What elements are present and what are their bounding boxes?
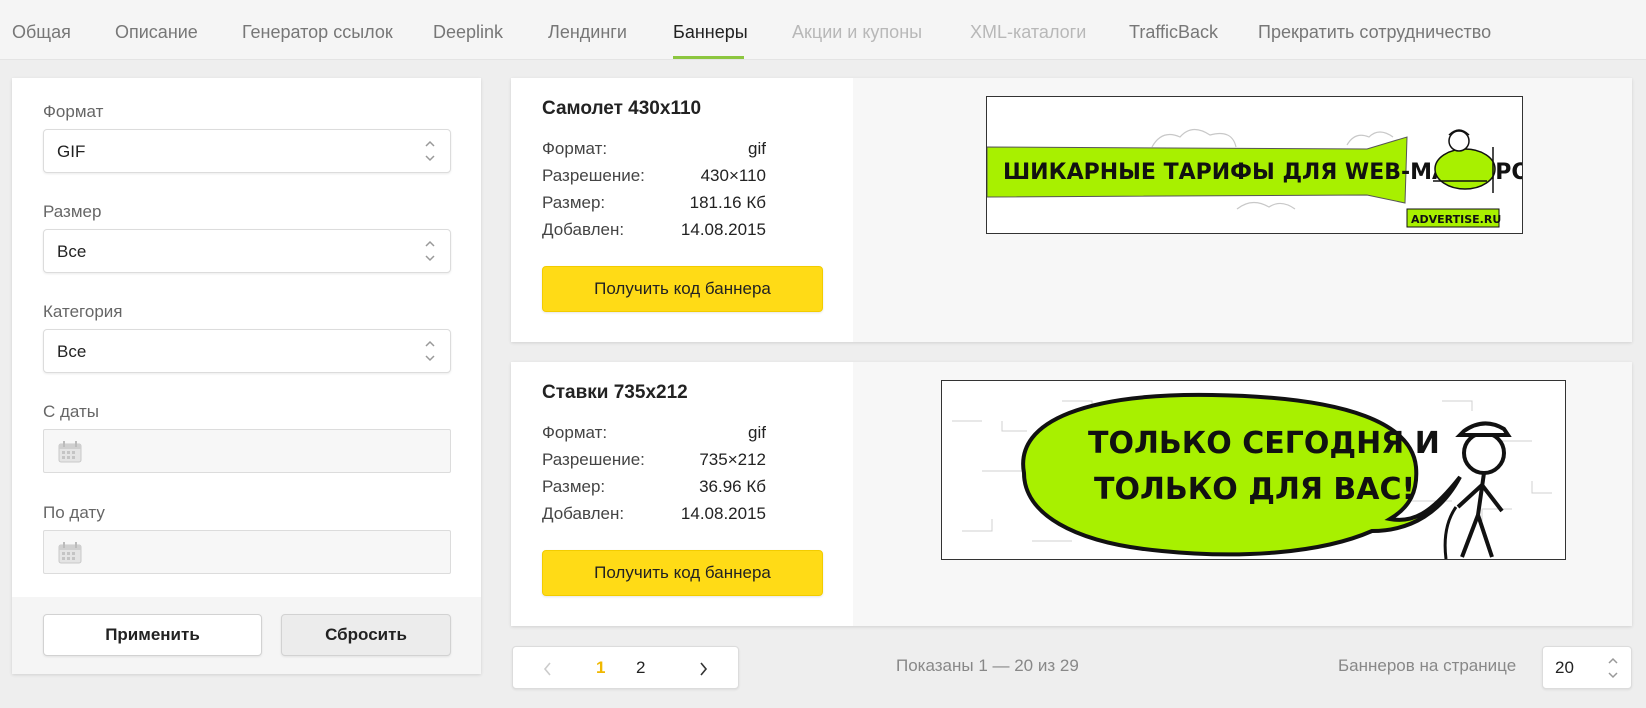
category-label: Категория — [43, 302, 123, 321]
reset-button[interactable]: Сбросить — [281, 614, 451, 656]
prev-page-icon[interactable] — [543, 661, 553, 681]
tab-landings[interactable]: Лендинги — [548, 22, 627, 43]
banner-title: Самолет 430x110 — [542, 98, 702, 119]
filter-panel: Формат GIF Размер Все Категория Все С да… — [12, 78, 481, 674]
format-label: Формат — [43, 102, 104, 121]
added-value: 14.08.2015 — [680, 220, 766, 239]
page-1[interactable]: 1 — [596, 658, 605, 678]
get-banner-code-button[interactable]: Получить код баннера — [542, 550, 823, 596]
results-count: Показаны 1 — 20 из 29 — [896, 656, 1079, 675]
date-from-label: С даты — [43, 402, 100, 421]
pagination: 1 2 — [512, 646, 739, 689]
format-value: gif — [748, 139, 766, 158]
calendar-icon — [58, 542, 82, 569]
size-select-value: Все — [57, 242, 87, 261]
per-page-select[interactable]: 20 — [1542, 646, 1632, 689]
select-arrows-icon — [424, 138, 436, 164]
apply-button[interactable]: Применить — [43, 614, 262, 656]
banner-card: Самолет 430x110 Формат: gif Разрешение: … — [511, 78, 1632, 342]
banner-image-logo: ADVERTISE.RU — [1411, 213, 1501, 226]
added-key: Добавлен: — [542, 220, 625, 239]
next-page-icon[interactable] — [698, 661, 708, 681]
added-key: Добавлен: — [542, 504, 625, 523]
format-value: gif — [748, 423, 766, 442]
banner-title: Ставки 735x212 — [542, 382, 688, 403]
banner-preview-area: ТОЛЬКО СЕГОДНЯ И ТОЛЬКО ДЛЯ ВАС! — [853, 362, 1632, 626]
format-key: Формат: — [542, 423, 608, 442]
banner-info: Формат: gif Разрешение: 735×212 Размер: … — [542, 423, 766, 533]
page-2[interactable]: 2 — [636, 658, 645, 678]
select-arrows-icon — [1607, 655, 1619, 681]
select-arrows-icon — [424, 338, 436, 364]
banner-card: Ставки 735x212 Формат: gif Разрешение: 7… — [511, 362, 1632, 626]
banner-image-line2: ТОЛЬКО ДЛЯ ВАС! — [1094, 472, 1415, 507]
tab-link-generator[interactable]: Генератор ссылок — [242, 22, 393, 43]
select-arrows-icon — [424, 238, 436, 264]
size-select[interactable]: Все — [43, 229, 451, 273]
tab-description[interactable]: Описание — [115, 22, 198, 43]
resolution-value: 430×110 — [700, 166, 766, 185]
size-value: 181.16 Кб — [689, 193, 766, 212]
tab-general[interactable]: Общая — [12, 22, 71, 43]
resolution-key: Разрешение: — [542, 450, 645, 469]
category-select[interactable]: Все — [43, 329, 451, 373]
banner-image-plane: ШИКАРНЫЕ ТАРИФЫ ДЛЯ WEB-МАСТЕРОВ! ADVERT… — [986, 96, 1523, 234]
tab-xml-catalogs: XML-каталоги — [970, 22, 1087, 42]
tab-bar: Общая Описание Генератор ссылок Deeplink… — [0, 0, 1646, 60]
added-value: 14.08.2015 — [680, 504, 766, 523]
size-value: 36.96 Кб — [699, 477, 766, 496]
date-to-input[interactable] — [43, 530, 451, 574]
format-select-value: GIF — [57, 142, 86, 161]
tab-trafficback[interactable]: TrafficBack — [1129, 22, 1218, 43]
per-page-label: Баннеров на странице — [1338, 656, 1517, 675]
size-key: Размер: — [542, 193, 606, 212]
date-from-input[interactable] — [43, 429, 451, 473]
banner-image-line1: ТОЛЬКО СЕГОДНЯ И — [1088, 426, 1440, 461]
category-select-value: Все — [57, 342, 87, 361]
size-key: Размер: — [542, 477, 606, 496]
format-key: Формат: — [542, 139, 608, 158]
size-label: Размер — [43, 202, 102, 221]
resolution-key: Разрешение: — [542, 166, 645, 185]
get-banner-code-button[interactable]: Получить код баннера — [542, 266, 823, 312]
calendar-icon — [58, 441, 82, 468]
banner-image-bets: ТОЛЬКО СЕГОДНЯ И ТОЛЬКО ДЛЯ ВАС! — [941, 380, 1566, 560]
filter-footer: Применить Сбросить — [12, 597, 481, 674]
format-select[interactable]: GIF — [43, 129, 451, 173]
date-to-label: По дату — [43, 503, 105, 522]
tab-promos-coupons: Акции и купоны — [792, 22, 923, 42]
per-page-value: 20 — [1555, 658, 1574, 677]
tab-deeplink[interactable]: Deeplink — [433, 22, 503, 43]
resolution-value: 735×212 — [699, 450, 766, 469]
banner-preview-area: ШИКАРНЫЕ ТАРИФЫ ДЛЯ WEB-МАСТЕРОВ! ADVERT… — [853, 78, 1632, 342]
tab-banners[interactable]: Баннеры — [673, 22, 748, 43]
banner-info: Формат: gif Разрешение: 430×110 Размер: … — [542, 139, 766, 249]
tab-stop-cooperation[interactable]: Прекратить сотрудничество — [1258, 22, 1491, 43]
active-tab-indicator — [673, 56, 744, 59]
